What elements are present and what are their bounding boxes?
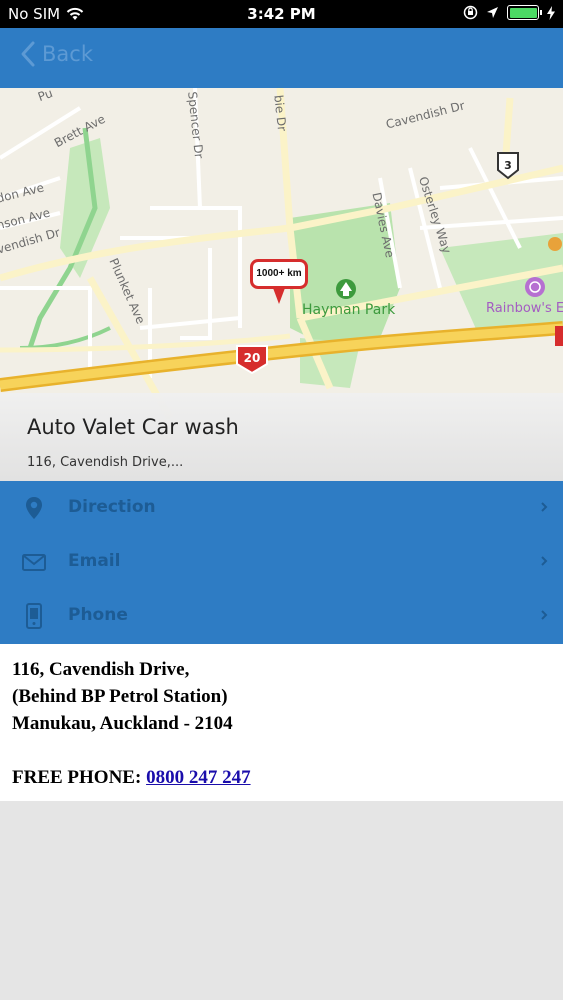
pin-pointer [273,288,285,304]
mobile-phone-icon [26,603,42,629]
email-label: Email [68,551,121,571]
action-list: Direction Email Phone [0,481,563,644]
location-name: Auto Valet Car wash [27,415,239,439]
chevron-right-icon [541,556,548,566]
back-button[interactable]: Back [20,40,93,68]
poi-label: Rainbow's E [486,301,563,316]
chevron-right-icon [541,502,548,512]
back-label: Back [42,42,93,66]
free-phone-line: FREE PHONE: 0800 247 247 [12,764,551,791]
phone-row[interactable]: Phone [0,589,563,643]
free-phone-label: FREE PHONE: [12,767,142,788]
location-arrow-icon [487,7,498,18]
nav-bar: Back [0,28,563,88]
route-3-label: 3 [504,159,512,172]
envelope-icon [22,554,46,571]
address-details: 116, Cavendish Drive, (Behind BP Petrol … [0,644,563,801]
location-pin[interactable]: 1000+ km [250,259,308,289]
address-line-3: Manukau, Auckland - 2104 [12,713,233,734]
location-info-card: Auto Valet Car wash 116, Cavendish Drive… [0,393,563,481]
rotation-lock-icon [463,5,478,20]
chevron-left-icon [21,41,35,67]
phone-number-link[interactable]: 0800 247 247 [146,767,251,788]
address-line-1: 116, Cavendish Drive, [12,659,190,680]
direction-label: Direction [68,497,156,517]
route-20-label: 20 [244,351,261,365]
map-pin-icon [26,497,42,519]
location-address: 116, Cavendish Drive,... [27,455,184,470]
battery-icon [507,5,542,20]
chevron-right-icon [541,610,548,620]
phone-label: Phone [68,605,128,625]
address-line-2: (Behind BP Petrol Station) [12,686,228,707]
status-bar: No SIM 3:42 PM [0,0,563,28]
park-label: Hayman Park [302,302,396,318]
email-row[interactable]: Email [0,535,563,589]
charging-bolt-icon [547,5,555,20]
direction-row[interactable]: Direction [0,481,563,535]
